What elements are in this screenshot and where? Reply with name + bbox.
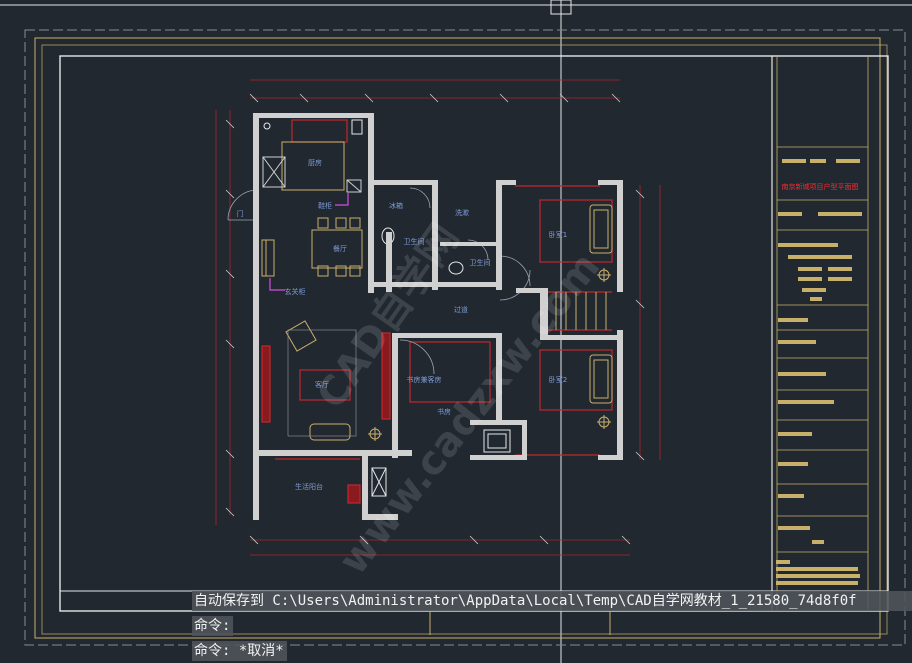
command-prompt-line[interactable]: 命令: *取消* bbox=[192, 641, 287, 661]
outer-frame-2 bbox=[41, 44, 888, 635]
annotation-entry-cabinet: 玄关柜 bbox=[285, 287, 306, 296]
room-label-dining: 餐厅 bbox=[333, 244, 347, 253]
crosshair-cursor bbox=[0, 0, 912, 663]
room-label-bed2: 卧室2 bbox=[549, 375, 567, 384]
annotation-fridge: 冰箱 bbox=[389, 201, 403, 210]
room-label-study-bed: 书房兼客房 bbox=[407, 375, 442, 384]
room-label-kitchen: 厨房 bbox=[308, 158, 322, 167]
annotation-door: 门 bbox=[237, 209, 244, 218]
cad-drawing-canvas[interactable]: 南京新城项目户型平面图 厨房 餐厅 过道 客厅 卫生间 卫生间 卧室1 卧室2 … bbox=[0, 0, 912, 663]
room-label-bath2: 卫生间 bbox=[470, 258, 491, 267]
annotation-shoe-cabinet: 鞋柜 bbox=[318, 201, 332, 210]
room-label-bed1: 卧室1 bbox=[549, 230, 567, 239]
command-autosave-message: 自动保存到 C:\Users\Administrator\AppData\Loc… bbox=[192, 591, 912, 611]
room-label-wash: 洗漱 bbox=[455, 208, 469, 217]
room-label-hall: 过道 bbox=[454, 305, 468, 314]
title-block: 南京新城项目户型平面图 bbox=[771, 56, 869, 611]
project-title: 南京新城项目户型平面图 bbox=[782, 182, 859, 191]
command-history-line: 命令: bbox=[192, 616, 234, 636]
room-label-balcony: 生活阳台 bbox=[295, 482, 323, 491]
